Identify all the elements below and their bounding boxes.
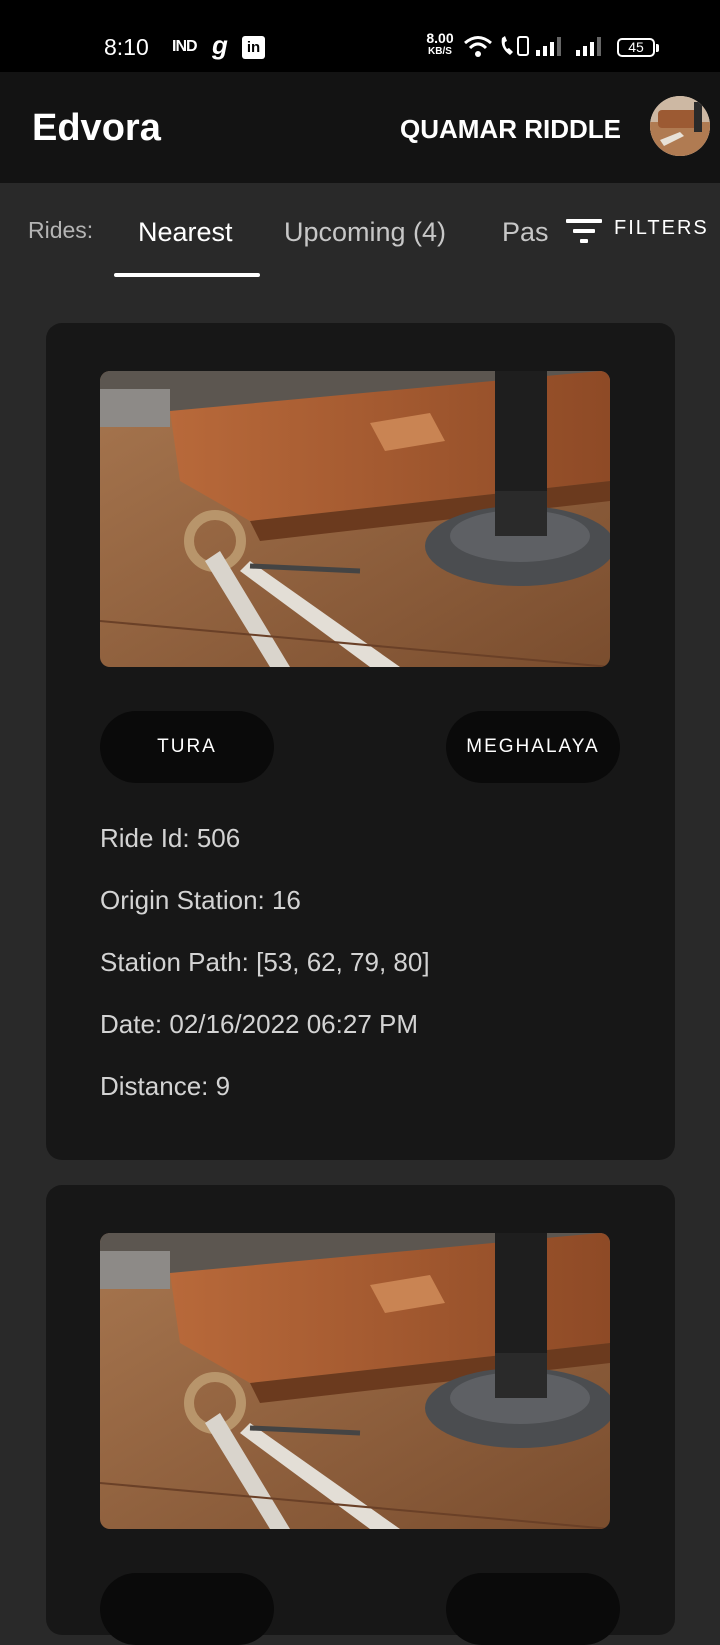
ride-image <box>100 371 610 667</box>
ride-date: Date: 02/16/2022 06:27 PM <box>100 1009 419 1039</box>
network-speed-unit: KB/S <box>428 46 452 57</box>
city-chip <box>100 1573 274 1645</box>
app-title: Edvora <box>32 107 161 149</box>
signal-icon <box>536 37 561 56</box>
signal-icon <box>576 37 601 56</box>
battery-icon: 45 <box>617 38 659 57</box>
rides-label: Rides: <box>28 217 94 243</box>
origin-station: Origin Station: 16 <box>100 885 301 915</box>
ride-distance: Distance: 9 <box>100 1071 231 1101</box>
tab-past[interactable]: Pas <box>502 217 550 248</box>
ride-id: Ride Id: 506 <box>100 823 241 853</box>
ride-card[interactable] <box>46 1185 675 1645</box>
rides-tab-bar: Rides: Nearest Upcoming (4) Pas FILTERS <box>0 183 720 283</box>
app-bar: Edvora QUAMAR RIDDLE <box>0 72 720 183</box>
ride-image <box>100 1233 610 1529</box>
wifi-calling-icon <box>501 36 529 56</box>
g-app-icon: g <box>212 30 228 60</box>
avatar-image <box>650 96 710 156</box>
station-path: Station Path: [53, 62, 79, 80] <box>100 947 430 977</box>
tab-upcoming[interactable]: Upcoming (4) <box>284 217 446 248</box>
network-speed: 8.00 KB/S <box>420 30 460 58</box>
status-bar: 8:10 IND g in 8.00 KB/S 45 <box>0 0 720 72</box>
active-tab-indicator <box>114 273 260 277</box>
city-chip: TURA <box>100 711 274 783</box>
state-chip <box>446 1573 620 1645</box>
tab-nearest[interactable]: Nearest <box>138 217 233 248</box>
filter-icon <box>566 219 602 243</box>
filters-label: FILTERS <box>614 217 709 239</box>
status-time: 8:10 <box>104 34 149 60</box>
avatar[interactable] <box>650 96 710 156</box>
user-name[interactable]: QUAMAR RIDDLE <box>400 114 621 145</box>
linkedin-icon: in <box>242 36 265 59</box>
ride-card[interactable]: TURA MEGHALAYA Ride Id: 506 Origin Stati… <box>46 323 675 1160</box>
state-chip: MEGHALAYA <box>446 711 620 783</box>
network-speed-value: 8.00 <box>426 30 454 46</box>
carrier-icon: IND <box>172 38 198 55</box>
wifi-icon <box>464 36 492 57</box>
